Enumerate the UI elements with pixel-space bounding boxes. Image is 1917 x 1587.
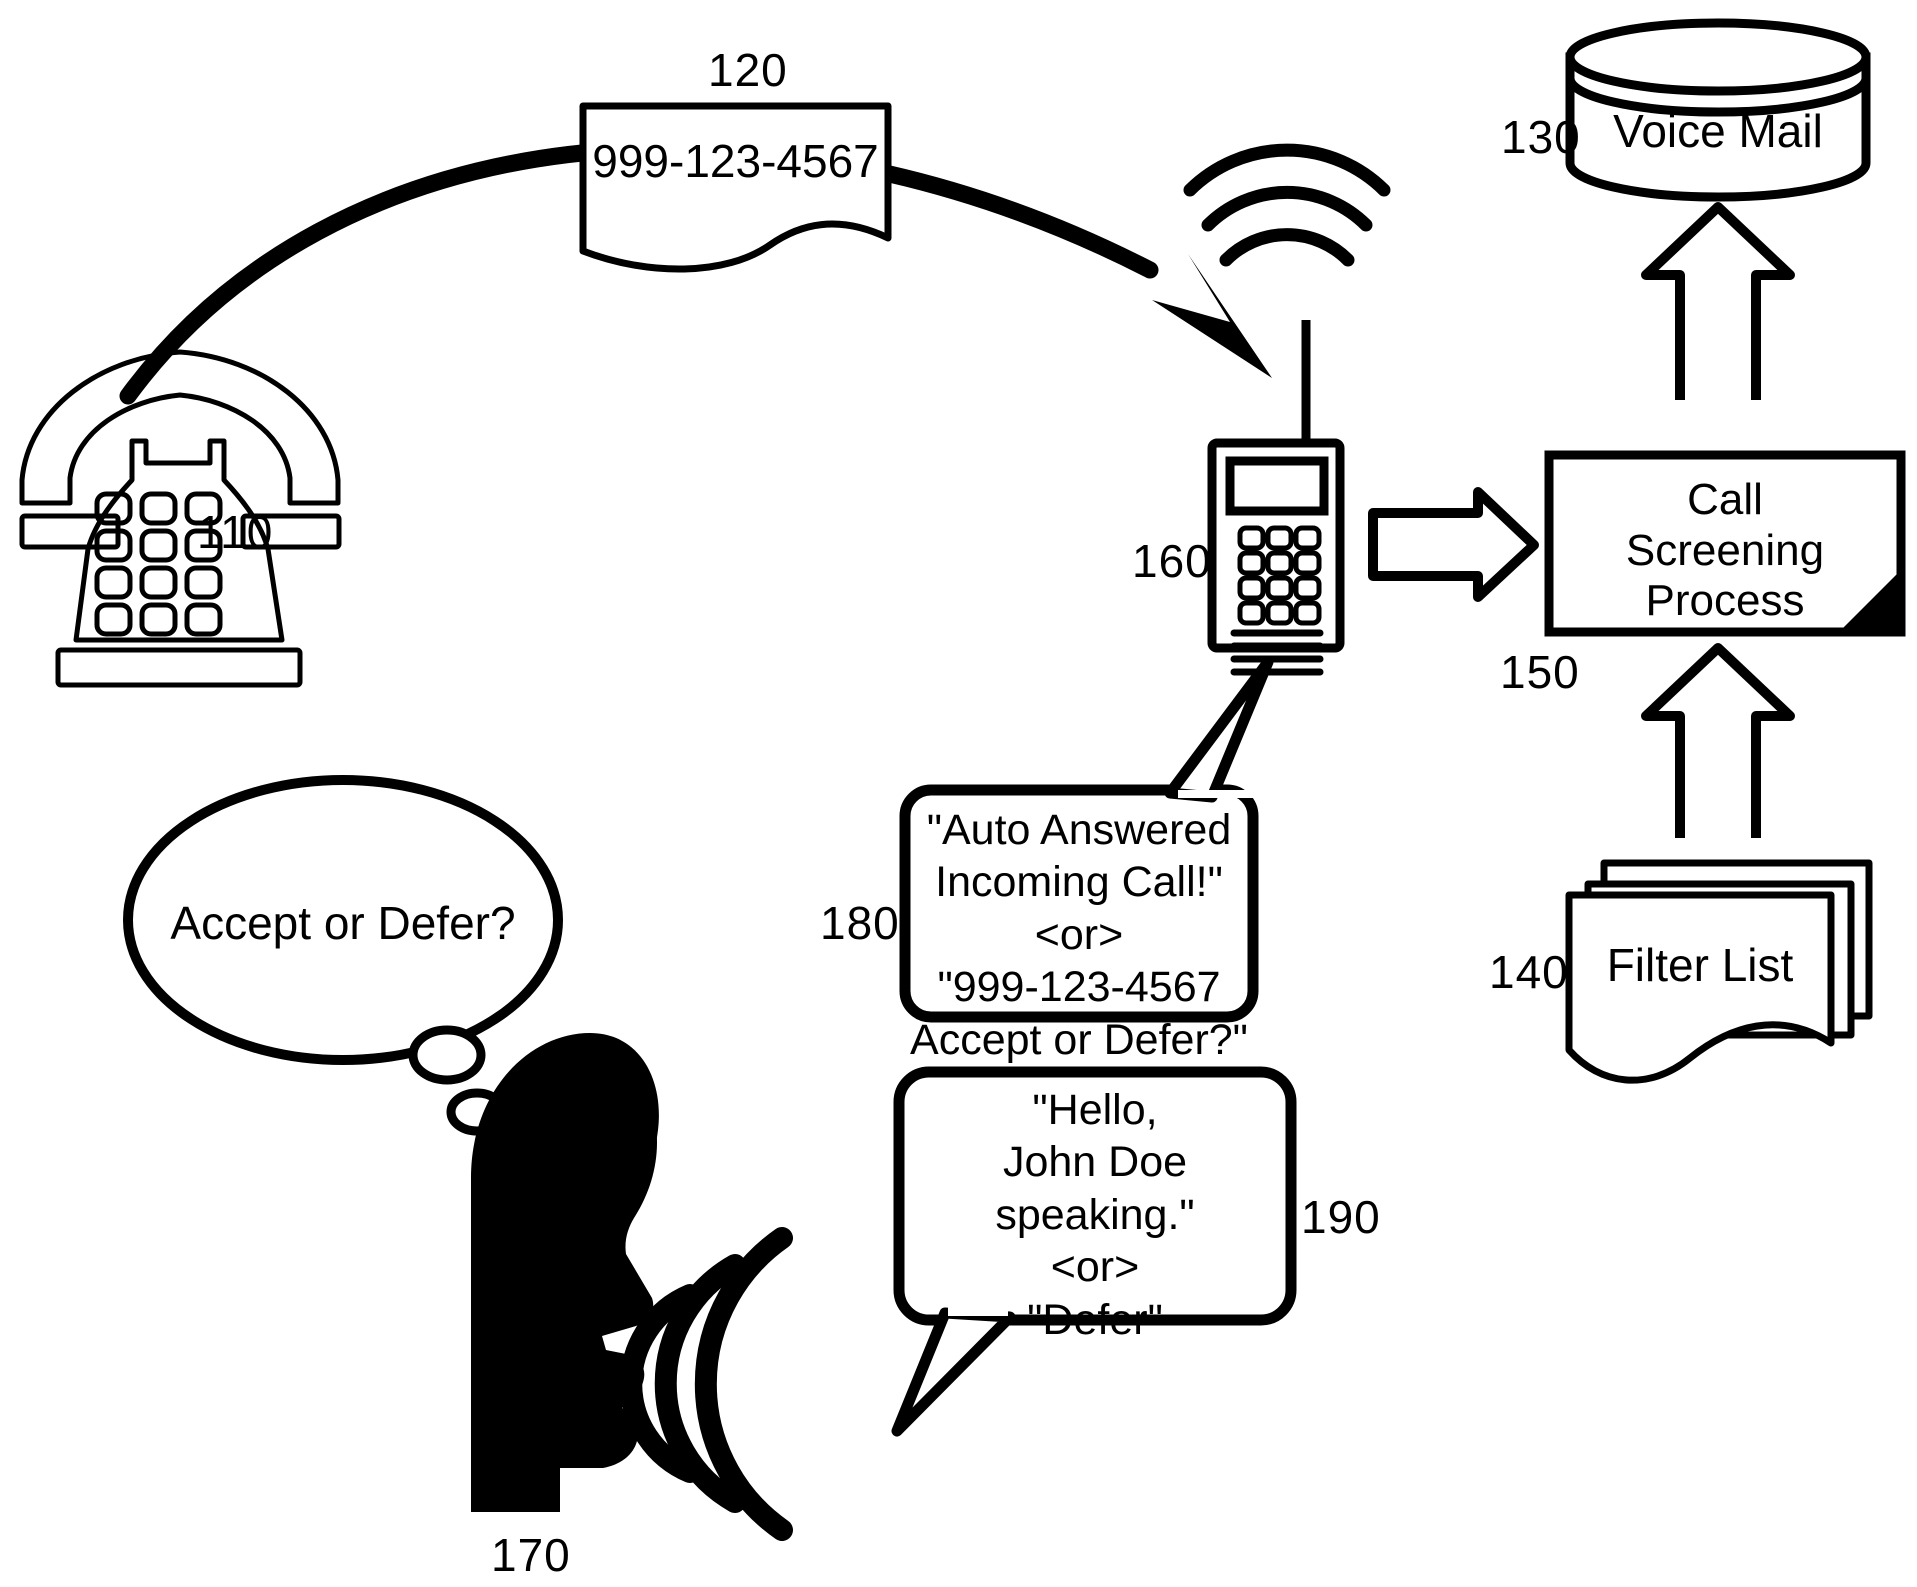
response-line-5: "Defer" (1027, 1295, 1163, 1344)
voice-waves-icon (620, 1227, 793, 1541)
ref-label-110: 110 (197, 506, 274, 558)
ref-label-130: 130 (1501, 111, 1581, 163)
ref-label-170: 170 (491, 1529, 571, 1581)
announce-line-1: "Auto Answered (926, 806, 1232, 854)
patent-figure-canvas: 999-123-4567 Voice Mail Call Screening Pro… (0, 0, 1917, 1587)
caller-id-number: 999-123-4567 (592, 135, 879, 187)
ref-label-190: 190 (1301, 1191, 1381, 1243)
mobile-phone-icon (1183, 143, 1391, 676)
ref-label-120: 120 (708, 44, 788, 96)
ref-label-140: 140 (1489, 946, 1569, 998)
device-to-screening-arrow (1368, 487, 1539, 602)
user-response-text: "Hello, John Doe speaking." <or> "Defer" (899, 1084, 1291, 1346)
caller-id-document-shape (579, 102, 892, 273)
filter-list-label: Filter List (1606, 939, 1794, 991)
ref-label-150: 150 (1500, 646, 1580, 698)
csp-line-2: Screening (1625, 525, 1825, 575)
csp-line-1: Call (1687, 475, 1763, 524)
announce-line-2: Incoming Call!" (935, 858, 1223, 907)
response-line-2: John Doe (1002, 1138, 1188, 1187)
thought-bubble-text: Accept or Defer? (170, 897, 516, 949)
device-announcement-text: "Auto Answered Incoming Call!" <or> "999-12… (905, 804, 1253, 1066)
announce-line-4: "999-123-4567 (937, 963, 1221, 1012)
response-line-3: speaking." (995, 1190, 1195, 1239)
voice-mail-label: Voice Mail (1613, 105, 1823, 157)
announce-line-3: <or> (1034, 910, 1124, 959)
desk-telephone-icon (19, 349, 342, 688)
call-screening-process-label: Call Screening Process (1555, 475, 1895, 627)
response-line-4: <or> (1050, 1243, 1140, 1292)
ref-label-160: 160 (1132, 535, 1212, 587)
screening-to-voicemail-arrow (1641, 202, 1795, 400)
filterlist-to-screening-arrow (1641, 643, 1795, 838)
diagram-vector-layer (19, 18, 1906, 1541)
csp-line-3: Process (1645, 576, 1805, 626)
announce-line-5: Accept or Defer?" (910, 1015, 1248, 1064)
ref-label-180: 180 (820, 897, 900, 949)
response-line-1: "Hello, (1032, 1086, 1158, 1134)
speaking-head-silhouette-icon (471, 1033, 659, 1512)
